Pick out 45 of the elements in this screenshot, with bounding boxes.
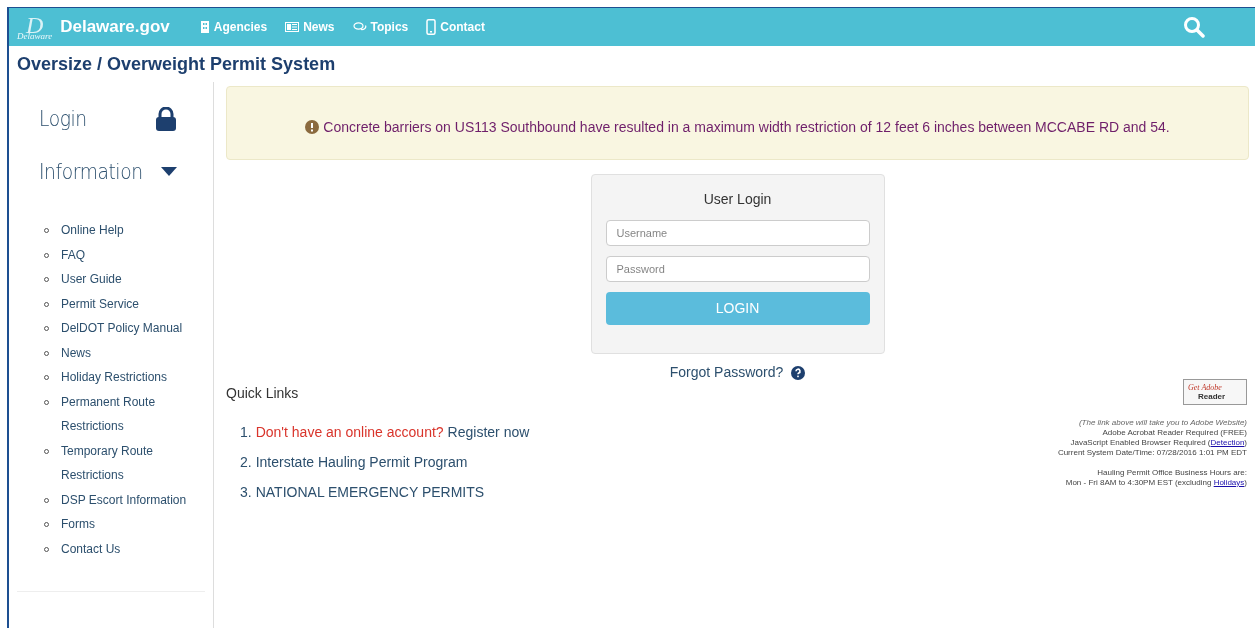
page-title: Oversize / Overweight Permit System bbox=[17, 52, 336, 76]
info-text: JavaScript Enabled Browser Required ( bbox=[1070, 438, 1211, 447]
caret-down-icon bbox=[161, 167, 177, 176]
info-text: Adobe Acrobat Reader Required (FREE) bbox=[1102, 428, 1247, 438]
quick-link[interactable]: NATIONAL EMERGENCY PERMITS bbox=[255, 482, 485, 503]
section-heading: Quick Links bbox=[226, 384, 300, 403]
adobe-reader-badge[interactable]: Get Adobe Reader bbox=[1183, 379, 1247, 405]
list-number: 1. bbox=[240, 423, 252, 442]
sidebar-link[interactable]: News bbox=[61, 340, 201, 365]
sidebar-link[interactable]: Permit Service bbox=[61, 291, 201, 316]
building-icon bbox=[199, 21, 210, 33]
newspaper-icon bbox=[285, 22, 300, 32]
phone-icon bbox=[426, 19, 437, 35]
password-field[interactable]: Password bbox=[605, 256, 870, 282]
note-text: (The link above will take you to Adobe Website) bbox=[1078, 418, 1247, 428]
lock-icon bbox=[155, 106, 177, 131]
forgot-password-link[interactable]: Forgot Password? bbox=[669, 362, 784, 383]
sidebar-link[interactable]: Holiday Restrictions bbox=[61, 365, 201, 390]
sidebar-link[interactable]: Permanent Route Restrictions bbox=[61, 389, 201, 439]
sidebar-link[interactable]: Contact Us bbox=[61, 536, 201, 561]
sidebar-link[interactable]: DSP Escort Information bbox=[61, 487, 201, 512]
login-title: User Login bbox=[702, 190, 773, 209]
info-text: Hauling Permit Office Business Hours are: bbox=[1097, 468, 1247, 478]
sidebar-link[interactable]: User Guide bbox=[61, 267, 201, 292]
sidebar-link[interactable]: Temporary Route Restrictions bbox=[61, 438, 201, 488]
list-number: 3. bbox=[240, 483, 252, 502]
alert-icon bbox=[305, 120, 320, 134]
sidebar-heading[interactable]: Information bbox=[39, 155, 143, 188]
quick-link[interactable]: Interstate Hauling Permit Program bbox=[255, 452, 468, 473]
info-text: Mon - Fri 8AM to 4:30PM EST (excluding bbox=[1065, 478, 1213, 487]
sidebar-link[interactable]: Forms bbox=[61, 512, 201, 537]
sidebar-link[interactable]: FAQ bbox=[61, 242, 201, 267]
info-text: ) bbox=[1244, 478, 1247, 487]
account-prompt: Don't have an online account? bbox=[255, 423, 444, 442]
chat-icon bbox=[352, 21, 367, 33]
sidebar-link[interactable]: Online Help bbox=[61, 218, 201, 243]
list-number: 2. bbox=[240, 453, 252, 472]
alert-message: Concrete barriers on US113 Southbound have resulted in a maximum width restriction of 12 feet 6 inches between MCCABE RD and 54. bbox=[323, 117, 1170, 137]
info-text: ) bbox=[1244, 438, 1247, 447]
quick-link[interactable]: Register now bbox=[447, 422, 530, 443]
help-icon[interactable] bbox=[791, 365, 806, 380]
username-field[interactable]: Username bbox=[605, 220, 870, 246]
sidebar-heading[interactable]: Login bbox=[39, 102, 87, 135]
sidebar-link[interactable]: DelDOT Policy Manual bbox=[61, 316, 201, 341]
info-text: Current System Date/Time: 07/28/2016 1:01 PM EDT bbox=[1057, 448, 1247, 458]
